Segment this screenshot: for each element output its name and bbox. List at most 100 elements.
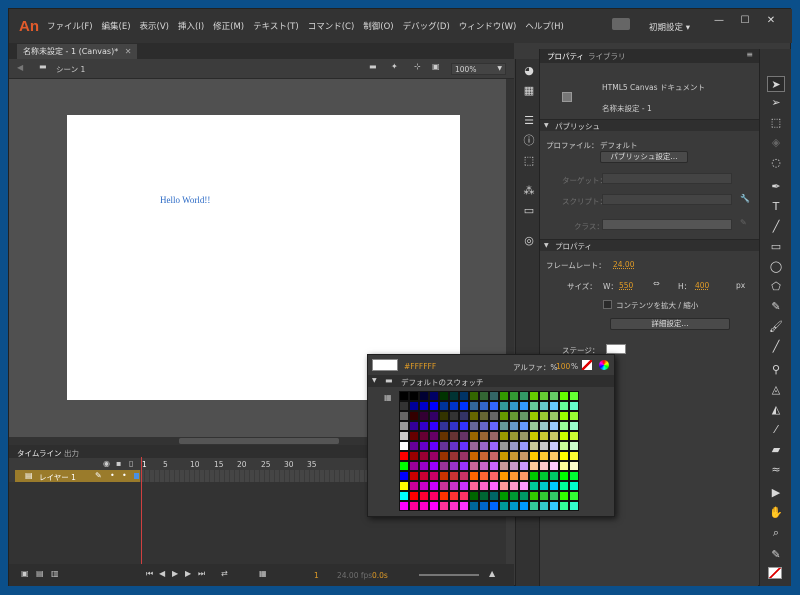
swatch[interactable] xyxy=(459,421,469,431)
swatch[interactable] xyxy=(459,471,469,481)
swatch[interactable] xyxy=(449,421,459,431)
swatch-panel-icon[interactable]: ▦ xyxy=(520,83,538,99)
bone-tool-icon[interactable]: ⚲ xyxy=(767,362,785,378)
menu-window[interactable]: ウィンドウ(W) xyxy=(459,20,517,32)
pen-tool-icon[interactable]: ✒ xyxy=(767,179,785,195)
swatch[interactable] xyxy=(539,421,549,431)
swatch[interactable] xyxy=(449,431,459,441)
eraser-tool-icon[interactable]: ▰ xyxy=(767,442,785,458)
swatch[interactable] xyxy=(479,471,489,481)
eye-icon[interactable]: ◉ xyxy=(103,459,110,468)
new-layer-icon[interactable]: ▣ xyxy=(21,569,29,578)
swatch[interactable] xyxy=(569,411,579,421)
swatch[interactable] xyxy=(489,411,499,421)
swatch[interactable] xyxy=(499,451,509,461)
paint-brush-tool-icon[interactable]: 🖌 xyxy=(767,319,785,335)
maximize-button[interactable]: ☐ xyxy=(732,13,758,29)
advanced-settings-button[interactable]: 詳細設定... xyxy=(610,318,730,330)
swatch[interactable] xyxy=(479,451,489,461)
swatch[interactable] xyxy=(519,451,529,461)
swatch[interactable] xyxy=(499,391,509,401)
swatch[interactable] xyxy=(429,491,439,501)
swatch[interactable] xyxy=(519,441,529,451)
swatch[interactable] xyxy=(409,451,419,461)
swatch[interactable] xyxy=(429,441,439,451)
free-transform-tool-icon[interactable]: ⬚ xyxy=(767,115,785,131)
swatch[interactable] xyxy=(449,501,459,511)
swatch[interactable] xyxy=(409,441,419,451)
swatch-folder-row[interactable]: ▼ ▬ デフォルトのスウォッチ xyxy=(368,375,614,387)
clip-stage-icon[interactable]: ▣ xyxy=(432,62,440,71)
swatch[interactable] xyxy=(569,421,579,431)
swatch[interactable] xyxy=(459,391,469,401)
onion-skin-icon[interactable]: ▦ xyxy=(259,569,267,578)
layer-row[interactable]: ▤ レイヤー 1 ✎ • • xyxy=(15,470,140,482)
swatch[interactable] xyxy=(549,481,559,491)
swatch[interactable] xyxy=(539,401,549,411)
components-panel-icon[interactable]: ⁂ xyxy=(520,183,538,199)
swatch[interactable] xyxy=(529,471,539,481)
menu-control[interactable]: 制御(O) xyxy=(363,20,393,32)
swatch[interactable] xyxy=(419,461,429,471)
swatch[interactable] xyxy=(439,411,449,421)
outline-swatch[interactable] xyxy=(134,473,139,479)
swatch[interactable] xyxy=(399,411,409,421)
swatch[interactable] xyxy=(479,491,489,501)
swatch[interactable] xyxy=(409,491,419,501)
swatch[interactable] xyxy=(489,421,499,431)
swatch[interactable] xyxy=(489,481,499,491)
swatch[interactable] xyxy=(529,401,539,411)
swatch[interactable] xyxy=(469,501,479,511)
swatch[interactable] xyxy=(559,441,569,451)
swatch[interactable] xyxy=(539,391,549,401)
swatch[interactable] xyxy=(559,411,569,421)
swatch[interactable] xyxy=(479,461,489,471)
swatch[interactable] xyxy=(469,451,479,461)
properties-section-header[interactable]: プロパティ xyxy=(540,239,759,251)
swatch[interactable] xyxy=(569,401,579,411)
swatch[interactable] xyxy=(409,471,419,481)
swatch[interactable] xyxy=(469,421,479,431)
swatch[interactable] xyxy=(479,401,489,411)
swatch[interactable] xyxy=(529,481,539,491)
swatch[interactable] xyxy=(409,461,419,471)
swatch[interactable] xyxy=(439,491,449,501)
swatch[interactable] xyxy=(399,451,409,461)
swatch[interactable] xyxy=(539,481,549,491)
swatch[interactable] xyxy=(439,421,449,431)
swatch[interactable] xyxy=(429,431,439,441)
swatch[interactable] xyxy=(509,501,519,511)
swatch[interactable] xyxy=(419,421,429,431)
swatch[interactable] xyxy=(439,431,449,441)
stage-color-swatch[interactable] xyxy=(606,344,626,354)
swatch[interactable] xyxy=(549,411,559,421)
scroll-thumb[interactable] xyxy=(179,438,339,444)
swatch[interactable] xyxy=(399,471,409,481)
swatch[interactable] xyxy=(459,431,469,441)
scale-checkbox[interactable] xyxy=(603,300,612,309)
swatch[interactable] xyxy=(529,421,539,431)
swatch[interactable] xyxy=(549,421,559,431)
swatch[interactable] xyxy=(439,401,449,411)
swatch[interactable] xyxy=(419,401,429,411)
swatch[interactable] xyxy=(479,421,489,431)
swatch[interactable] xyxy=(499,481,509,491)
swatch[interactable] xyxy=(519,501,529,511)
menu-debug[interactable]: デバッグ(D) xyxy=(403,20,450,32)
swatch[interactable] xyxy=(399,501,409,511)
swatch[interactable] xyxy=(449,391,459,401)
swatch[interactable] xyxy=(409,501,419,511)
swatch[interactable] xyxy=(559,431,569,441)
oval-tool-icon[interactable]: ◯ xyxy=(767,259,785,275)
swatch[interactable] xyxy=(439,501,449,511)
swatch[interactable] xyxy=(549,471,559,481)
swatch[interactable] xyxy=(529,391,539,401)
3d-rotation-tool-icon[interactable]: ◈ xyxy=(767,135,785,151)
swatch[interactable] xyxy=(519,401,529,411)
swatch[interactable] xyxy=(519,391,529,401)
swatch[interactable] xyxy=(469,471,479,481)
swatch[interactable] xyxy=(449,411,459,421)
swatch[interactable] xyxy=(399,391,409,401)
swatch[interactable] xyxy=(419,441,429,451)
swatch[interactable] xyxy=(549,491,559,501)
